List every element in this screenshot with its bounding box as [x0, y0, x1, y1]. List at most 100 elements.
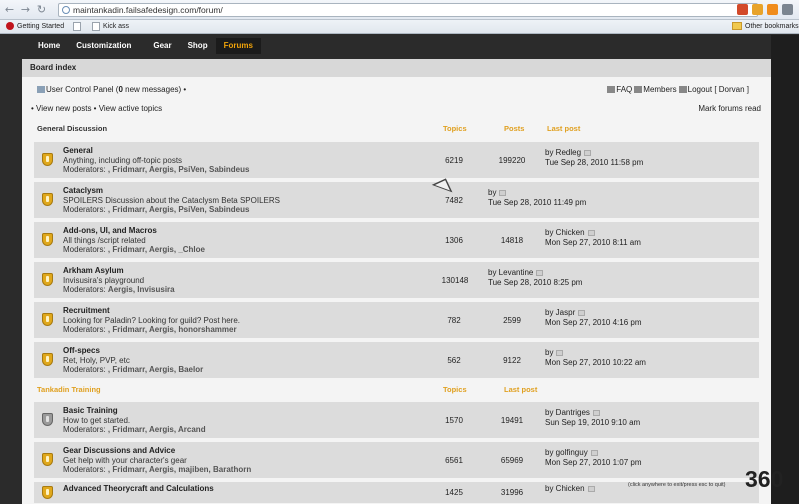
forward-icon[interactable]: → [19, 3, 32, 16]
moderator-names[interactable]: Aergis, Invisusira [108, 285, 175, 294]
forum-row[interactable]: Basic Training How to get started. Moderat… [34, 402, 759, 439]
moderator-names[interactable]: , Fridmarr, Aergis, honorshammer [108, 325, 237, 334]
last-post: by Tue Sep 28, 2010 11:49 pm [488, 188, 586, 208]
nav-forums[interactable]: Forums [215, 38, 261, 54]
view-latest-post-icon[interactable] [587, 229, 595, 236]
bookmark-kick-ass[interactable]: Kick ass [92, 22, 129, 31]
last-post-author[interactable]: by golfinguy [545, 448, 588, 457]
last-post: by Chicken [545, 484, 595, 494]
last-post: by Redleg Tue Sep 28, 2010 11:58 pm [545, 148, 643, 168]
last-post: by Levantine Tue Sep 28, 2010 8:25 pm [488, 268, 582, 288]
forum-title[interactable]: Advanced Theorycraft and Calculations [63, 484, 214, 493]
forum-shield-icon [42, 273, 53, 286]
last-post-time: Mon Sep 27, 2010 10:22 am [545, 358, 646, 367]
nav-shop[interactable]: Shop [180, 38, 216, 54]
members-link[interactable]: Members [634, 85, 677, 94]
topics-count: 7482 [445, 196, 463, 205]
moderator-names[interactable]: , Fridmarr, Aergis, Arcand [108, 425, 206, 434]
forum-title[interactable]: Arkham Asylum [63, 266, 124, 275]
last-post-author[interactable]: by Levantine [488, 268, 533, 277]
view-latest-post-icon[interactable] [499, 189, 507, 196]
category-title[interactable]: General Discussion [37, 124, 107, 133]
wrench-icon[interactable] [782, 4, 793, 15]
forum-moderators: Moderators: , Fridmarr, Aergis, Arcand [63, 425, 206, 434]
star-icon[interactable] [752, 4, 763, 15]
nav-gear[interactable]: Gear [139, 38, 179, 54]
last-post-author[interactable]: by Redleg [545, 148, 581, 157]
forum-moderators: Moderators: , Fridmarr, Aergis, PsiVen, … [63, 165, 250, 174]
last-post-author[interactable]: by [488, 188, 496, 197]
last-post-author[interactable]: by [545, 348, 553, 357]
forum-title[interactable]: Gear Discussions and Advice [63, 446, 175, 455]
view-latest-post-icon[interactable] [536, 269, 544, 276]
forum-row[interactable]: Arkham Asylum Invisusira's playground Mode… [34, 262, 759, 299]
nav-home[interactable]: Home [30, 38, 68, 54]
last-post: by Dantriges Sun Sep 19, 2010 9:10 am [545, 408, 640, 428]
watermark: 360 [745, 466, 784, 492]
forum-title[interactable]: Recruitment [63, 306, 110, 315]
last-post-author[interactable]: by Chicken [545, 228, 585, 237]
forum-row[interactable]: Off-specs Ret, Holy, PVP, etc Moderators: … [34, 342, 759, 379]
forum-shield-icon [42, 486, 53, 499]
other-bookmarks[interactable]: Other bookmarks [732, 22, 799, 30]
forum-shield-icon [42, 233, 53, 246]
logout-link[interactable]: Logout [ Dorvan ] [678, 85, 749, 94]
forum-title[interactable]: General [63, 146, 93, 155]
moderator-names[interactable]: , Fridmarr, Aergis, PsiVen, Sabindeus [108, 205, 250, 214]
rss-icon[interactable] [767, 4, 778, 15]
last-post-time: Tue Sep 28, 2010 8:25 pm [488, 278, 583, 287]
forum-title[interactable]: Cataclysm [63, 186, 103, 195]
forum-row[interactable]: Recruitment Looking for Paladin? Looking … [34, 302, 759, 339]
forum-shield-icon [42, 313, 53, 326]
forum-title[interactable]: Basic Training [63, 406, 118, 415]
last-post-author[interactable]: by Chicken [545, 484, 585, 493]
view-latest-post-icon[interactable] [556, 349, 564, 356]
bookmarks-bar: Getting Started Kick ass Other bookmarks [0, 20, 799, 34]
forum-moderators: Moderators: , Fridmarr, Aergis, honorsha… [63, 325, 237, 334]
posts-count: 2599 [503, 316, 521, 325]
moderator-names[interactable]: , Fridmarr, Aergis, majiben, Barathorn [108, 465, 251, 474]
board-index[interactable]: Board index [22, 59, 771, 77]
view-posts-links[interactable]: • View new posts • View active topics [31, 104, 162, 113]
last-post-time: Mon Sep 27, 2010 8:11 am [545, 238, 641, 247]
last-post: by Mon Sep 27, 2010 10:22 am [545, 348, 646, 368]
category-header: General Discussion Topics Posts Last pos… [34, 121, 759, 135]
bookmark-getting-started[interactable]: Getting Started [6, 22, 64, 30]
moderator-names[interactable]: , Fridmarr, Aergis, PsiVen, Sabindeus [108, 165, 250, 174]
last-post-author[interactable]: by Jaspr [545, 308, 575, 317]
moderator-names[interactable]: , Fridmarr, Aergis, Baelor [108, 365, 203, 374]
last-post-time: Sun Sep 19, 2010 9:10 am [545, 418, 641, 427]
forum-title[interactable]: Add-ons, UI, and Macros [63, 226, 157, 235]
view-latest-post-icon[interactable] [578, 309, 586, 316]
view-latest-post-icon[interactable] [587, 485, 595, 492]
forum-description: All things /script related [63, 236, 146, 245]
forum-row[interactable]: Add-ons, UI, and Macros All things /scrip… [34, 222, 759, 259]
back-icon[interactable]: ← [3, 3, 16, 16]
category-title[interactable]: Tankadin Training [37, 385, 101, 394]
last-post-time: Mon Sep 27, 2010 1:07 pm [545, 458, 642, 467]
forum-row[interactable]: Cataclysm SPOILERS Discussion about the C… [34, 182, 759, 219]
view-latest-post-icon[interactable] [584, 149, 592, 156]
forum-description: Invisusira's playground [63, 276, 145, 285]
extension-icon[interactable] [737, 4, 748, 15]
view-latest-post-icon[interactable] [590, 449, 598, 456]
forum-row[interactable]: General Anything, including off-topic pos… [34, 142, 759, 179]
col-topics: Topics [443, 124, 467, 133]
forum-moderators: Moderators: Aergis, Invisusira [63, 285, 175, 294]
address-bar[interactable]: maintankadin.failsafedesign.com/forum/ [58, 3, 758, 17]
mark-forums-read[interactable]: Mark forums read [698, 104, 761, 113]
user-control-panel-link[interactable]: User Control Panel (0 new messages) • [37, 85, 186, 94]
view-latest-post-icon[interactable] [592, 409, 600, 416]
bookmark-blank[interactable] [73, 22, 81, 31]
last-post-author[interactable]: by Dantriges [545, 408, 590, 417]
faq-link[interactable]: FAQ [607, 85, 632, 94]
nav-customization[interactable]: Customization [68, 38, 139, 54]
forum-shield-icon [42, 153, 53, 166]
forum-row[interactable]: Gear Discussions and Advice Get help with… [34, 442, 759, 479]
bookmark-icon [6, 22, 14, 30]
moderator-names[interactable]: , Fridmarr, Aergis, _Chloe [108, 245, 205, 254]
forum-title[interactable]: Off-specs [63, 346, 100, 355]
reload-icon[interactable]: ↻ [35, 3, 48, 16]
topics-count: 6561 [445, 456, 463, 465]
last-post-time: Tue Sep 28, 2010 11:49 pm [488, 198, 587, 207]
